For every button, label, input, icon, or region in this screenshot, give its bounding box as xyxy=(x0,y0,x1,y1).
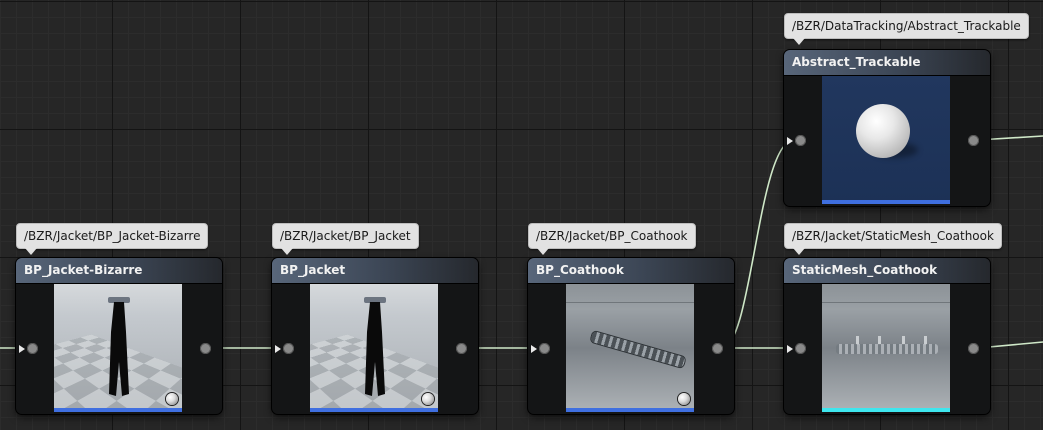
material-ball-icon xyxy=(678,393,690,405)
node-body xyxy=(528,284,734,414)
input-pin[interactable] xyxy=(539,343,550,354)
exec-arrow-icon xyxy=(787,345,793,353)
node-body xyxy=(784,284,990,414)
jacket-thumbnail xyxy=(310,284,438,412)
asset-type-bar xyxy=(566,408,694,412)
asset-type-bar xyxy=(54,408,182,412)
input-pin[interactable] xyxy=(27,343,38,354)
asset-type-bar xyxy=(310,408,438,412)
node-path-label: /BZR/Jacket/StaticMesh_Coathook xyxy=(784,223,1002,249)
exec-arrow-icon xyxy=(787,137,793,145)
node-body xyxy=(272,284,478,414)
exec-arrow-icon xyxy=(19,345,25,353)
node-title: StaticMesh_Coathook xyxy=(784,258,990,284)
coathook-thumbnail xyxy=(566,284,694,412)
node-title: BP_Jacket xyxy=(272,258,478,284)
node-bp-coathook[interactable]: BP_Coathook xyxy=(528,258,734,414)
sphere-thumbnail xyxy=(822,76,950,204)
asset-type-bar xyxy=(822,200,950,204)
coathook-mesh-icon xyxy=(836,344,938,354)
node-path-label: /BZR/Jacket/BP_Coathook xyxy=(528,223,696,249)
material-ball-icon xyxy=(166,393,178,405)
node-bp-jacket-bizarre[interactable]: BP_Jacket-Bizarre xyxy=(16,258,222,414)
node-abstract-trackable[interactable]: Abstract_Trackable xyxy=(784,50,990,206)
input-pin[interactable] xyxy=(795,343,806,354)
static-mesh-thumbnail xyxy=(822,284,950,412)
asset-type-bar xyxy=(822,408,950,412)
output-pin[interactable] xyxy=(968,135,979,146)
output-pin[interactable] xyxy=(456,343,467,354)
exec-arrow-icon xyxy=(275,345,281,353)
node-title: BP_Coathook xyxy=(528,258,734,284)
node-path-label: /BZR/Jacket/BP_Jacket xyxy=(272,223,419,249)
input-pin[interactable] xyxy=(795,135,806,146)
node-staticmesh-coathook[interactable]: StaticMesh_Coathook xyxy=(784,258,990,414)
node-body xyxy=(784,76,990,206)
node-path-label: /BZR/DataTracking/Abstract_Trackable xyxy=(784,13,1029,39)
output-pin[interactable] xyxy=(712,343,723,354)
node-body xyxy=(16,284,222,414)
input-pin[interactable] xyxy=(283,343,294,354)
material-ball-icon xyxy=(422,393,434,405)
exec-arrow-icon xyxy=(531,345,537,353)
jacket-thumbnail xyxy=(54,284,182,412)
jacket-mesh-icon xyxy=(108,302,130,398)
node-title: BP_Jacket-Bizarre xyxy=(16,258,222,284)
jacket-mesh-icon xyxy=(364,302,386,398)
output-pin[interactable] xyxy=(968,343,979,354)
sphere-icon xyxy=(856,104,910,158)
node-path-label: /BZR/Jacket/BP_Jacket-Bizarre xyxy=(16,223,208,249)
output-pin[interactable] xyxy=(200,343,211,354)
node-title: Abstract_Trackable xyxy=(784,50,990,76)
node-bp-jacket[interactable]: BP_Jacket xyxy=(272,258,478,414)
